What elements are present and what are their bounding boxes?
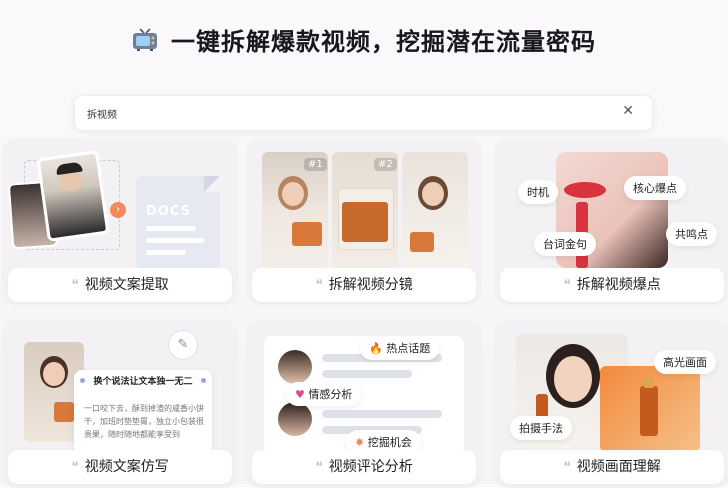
viral-tag: 核心爆点 xyxy=(624,176,686,200)
avatar xyxy=(278,402,312,436)
card-copy-rewrite[interactable]: ✎ 换个说法让文本独一无二 一口咬下去，酥到掉渣的咸香小饼干，加班时垫垫胃，独立… xyxy=(2,320,238,488)
spark-icon: ✸ xyxy=(355,436,365,449)
card-visual: 高光画面 拍摄手法 xyxy=(494,320,728,452)
comment-bar xyxy=(322,410,442,418)
card-visual: 🔥 热点话题 ♥ 情感分析 ✸ 挖掘机会 xyxy=(246,320,482,454)
viral-tag: 台词金句 xyxy=(534,232,596,256)
bubble-body: 一口咬下去，酥到掉渣的咸香小饼干，加班时垫垫胃，独立小包装很贵果，随时随地都能享… xyxy=(84,404,204,439)
quote-icon: ❝ xyxy=(563,277,571,293)
frame-badge: #2 xyxy=(374,158,397,171)
quote-icon: ❝ xyxy=(71,459,79,475)
tag-text: 热点话题 xyxy=(386,342,431,355)
card-title: 视频评论分析 xyxy=(328,459,413,475)
comment-tag: 🔥 热点话题 xyxy=(360,336,440,360)
card-label: ❝ 视频画面理解 xyxy=(500,450,724,484)
product-photo xyxy=(600,366,700,452)
person-photo xyxy=(36,150,110,242)
heart-icon: ♥ xyxy=(295,388,305,401)
quote-icon: ❝ xyxy=(563,459,571,475)
rewrite-bubble: 换个说法让文本独一无二 一口咬下去，酥到掉渣的咸香小饼干，加班时垫垫胃，独立小包… xyxy=(74,370,212,454)
card-title: 视频文案提取 xyxy=(84,277,169,293)
docs-text: DOCS xyxy=(146,204,191,219)
viral-tag: 共鸣点 xyxy=(666,222,717,246)
card-comment-analysis[interactable]: 🔥 热点话题 ♥ 情感分析 ✸ 挖掘机会 ❝ 视频评论分析 xyxy=(246,320,482,488)
tag-text: 情感分析 xyxy=(308,388,353,401)
card-title: 视频文案仿写 xyxy=(84,459,169,475)
comment-bar xyxy=(322,370,412,378)
avatar xyxy=(278,350,312,384)
card-storyboard[interactable]: #1 #2 ❝ 拆解视频分镜 xyxy=(246,138,482,306)
quote-icon: ❝ xyxy=(315,459,323,475)
bubble-title: 换个说法让文本独一无二 xyxy=(93,377,193,387)
edit-icon: ✎ xyxy=(168,330,198,360)
card-label: ❝ 视频文案提取 xyxy=(8,268,232,302)
card-label: ❝ 拆解视频分镜 xyxy=(252,268,476,302)
comment-tag: ♥ 情感分析 xyxy=(286,382,362,406)
scene-tag: 拍摄手法 xyxy=(510,416,572,440)
card-scene-understanding[interactable]: 高光画面 拍摄手法 ❝ 视频画面理解 xyxy=(494,320,728,488)
quote-icon: ❝ xyxy=(315,277,323,293)
tag-text: 挖掘机会 xyxy=(367,436,412,449)
card-label: ❝ 视频文案仿写 xyxy=(8,450,232,484)
card-visual: ✎ 换个说法让文本独一无二 一口咬下去，酥到掉渣的咸香小饼干，加班时垫垫胃，独立… xyxy=(2,320,238,454)
page-header: 一键拆解爆款视频，挖掘潜在流量密码 xyxy=(0,22,728,57)
page-title: 一键拆解爆款视频，挖掘潜在流量密码 xyxy=(171,28,597,56)
search-input[interactable]: 拆视频 ✕ xyxy=(74,95,653,131)
close-icon[interactable]: ✕ xyxy=(622,103,634,119)
card-title: 拆解视频分镜 xyxy=(328,277,413,293)
card-visual: › DOCS xyxy=(2,138,238,268)
tv-icon xyxy=(132,27,157,51)
card-viral-points[interactable]: 时机 核心爆点 共鸣点 台词金句 ❝ 拆解视频爆点 xyxy=(494,138,728,306)
quote-icon: ❝ xyxy=(71,277,79,293)
arrow-icon: › xyxy=(110,202,126,218)
frame-badge: #1 xyxy=(304,158,327,171)
viral-tag: 时机 xyxy=(518,180,558,204)
docs-icon: DOCS xyxy=(136,176,220,268)
search-value[interactable]: 拆视频 xyxy=(87,106,117,121)
card-title: 拆解视频爆点 xyxy=(576,277,661,293)
fire-icon: 🔥 xyxy=(369,342,383,355)
scene-tag: 高光画面 xyxy=(654,350,716,374)
frame-3-photo xyxy=(402,152,468,268)
card-label: ❝ 拆解视频爆点 xyxy=(500,268,724,302)
card-label: ❝ 视频评论分析 xyxy=(252,450,476,484)
card-title: 视频画面理解 xyxy=(576,459,661,475)
card-video-copy-extract[interactable]: › DOCS ❝ 视频文案提取 xyxy=(2,138,238,306)
card-visual: #1 #2 xyxy=(246,138,482,268)
card-visual: 时机 核心爆点 共鸣点 台词金句 xyxy=(494,138,728,268)
